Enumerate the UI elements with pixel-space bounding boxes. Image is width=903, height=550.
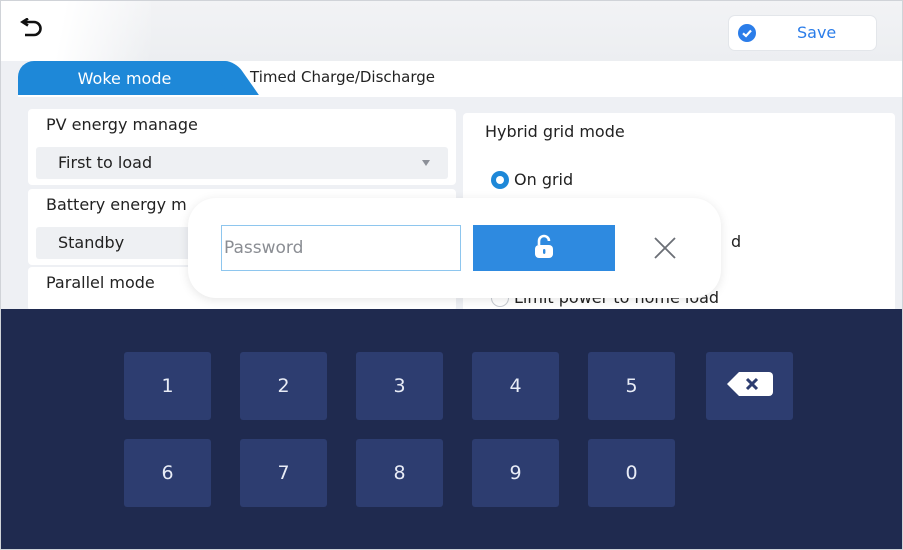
tab-woke-mode[interactable]: Woke mode	[18, 61, 233, 95]
tab-timed-charge[interactable]: Timed Charge/Discharge	[250, 68, 435, 86]
radio-on-grid-label: On grid	[514, 170, 574, 189]
key-9[interactable]: 9	[472, 439, 559, 507]
dropdown-caret-icon	[422, 160, 430, 166]
app-window: Save Woke mode Timed Charge/Discharge PV…	[0, 0, 903, 550]
key-6[interactable]: 6	[124, 439, 211, 507]
numeric-keypad: 1 2 3 4 5 6 7 8 9 0	[1, 309, 902, 549]
battery-energy-title: Battery energy m	[46, 195, 187, 214]
radio-option-2[interactable]: d	[731, 232, 741, 251]
top-bar: Save	[1, 1, 902, 61]
save-label: Save	[797, 23, 837, 42]
radio-option-2-label: d	[731, 232, 742, 251]
close-button[interactable]	[650, 235, 680, 265]
save-button[interactable]: Save	[729, 16, 876, 50]
pv-energy-value: First to load	[58, 153, 153, 172]
password-input[interactable]	[221, 225, 461, 271]
key-1[interactable]: 1	[124, 352, 211, 420]
hybrid-grid-title: Hybrid grid mode	[485, 122, 625, 141]
check-circle-icon	[738, 24, 756, 42]
tab-timed-charge-label: Timed Charge/Discharge	[250, 68, 436, 86]
battery-energy-value: Standby	[58, 233, 125, 252]
key-4[interactable]: 4	[472, 352, 559, 420]
key-3[interactable]: 3	[356, 352, 443, 420]
parallel-mode-title: Parallel mode	[46, 273, 155, 292]
tab-woke-mode-label: Woke mode	[77, 68, 172, 88]
pv-energy-panel: PV energy manage First to load	[28, 109, 456, 185]
key-8[interactable]: 8	[356, 439, 443, 507]
back-arrow-icon	[19, 17, 45, 44]
pv-energy-title: PV energy manage	[46, 115, 198, 134]
key-0[interactable]: 0	[588, 439, 675, 507]
key-5[interactable]: 5	[588, 352, 675, 420]
key-7[interactable]: 7	[240, 439, 327, 507]
tab-bar: Woke mode Timed Charge/Discharge	[18, 61, 902, 97]
backspace-icon	[725, 370, 775, 403]
password-dialog	[188, 198, 721, 298]
radio-on-grid[interactable]: On grid	[491, 170, 573, 189]
back-button[interactable]	[19, 15, 67, 47]
key-2[interactable]: 2	[240, 352, 327, 420]
backspace-key[interactable]	[706, 352, 793, 420]
pv-energy-select[interactable]: First to load	[36, 147, 448, 179]
unlock-icon	[533, 234, 555, 263]
radio-selected-icon	[491, 170, 509, 189]
close-icon	[653, 236, 677, 264]
unlock-button[interactable]	[473, 225, 615, 271]
